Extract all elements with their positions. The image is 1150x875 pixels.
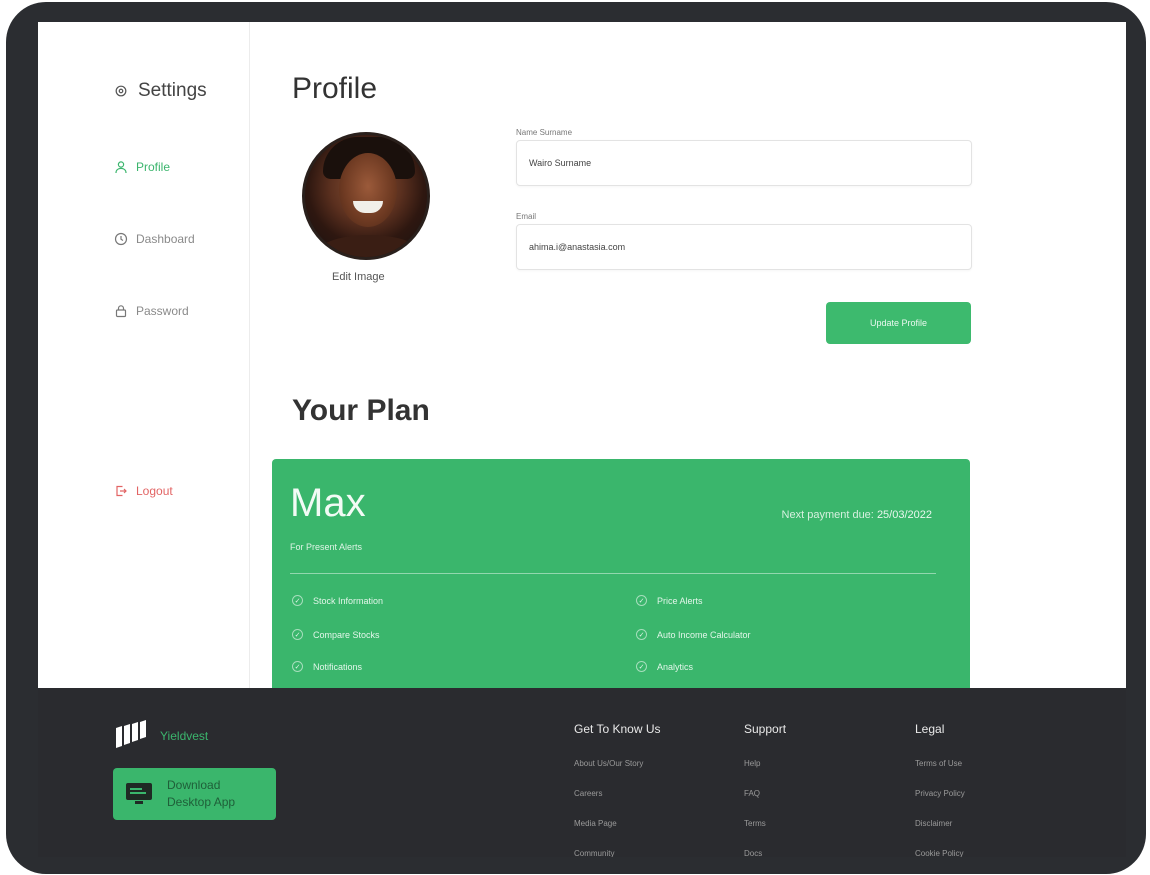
sidebar-settings-label: Settings (138, 80, 207, 101)
next-payment-date: 25/03/2022 (876, 509, 932, 521)
footer-link[interactable]: Docs (744, 848, 786, 857)
edit-image-link[interactable]: Edit Image (332, 271, 385, 283)
footer-link[interactable]: Terms (744, 818, 786, 848)
check-icon: ✓ (292, 661, 303, 672)
monitor-icon (126, 783, 152, 804)
logout-icon (114, 484, 128, 498)
email-field-label: Email (516, 212, 537, 221)
sidebar-item-profile[interactable]: Profile (114, 160, 170, 174)
next-payment-label: Next payment due: (781, 509, 874, 521)
footer-link[interactable]: Disclaimer (915, 818, 965, 848)
plan-feature-label: Compare Stocks (313, 629, 380, 640)
plan-subtitle: For Present Alerts (290, 542, 363, 552)
lock-icon (114, 304, 128, 318)
footer-column-heading: Legal (915, 722, 945, 736)
brand-logo-icon (116, 720, 146, 748)
footer-link[interactable]: Privacy Policy (915, 788, 965, 818)
footer-link[interactable]: Terms of Use (915, 758, 965, 788)
avatar-face (339, 153, 397, 227)
page-title: Profile (292, 72, 378, 105)
plan-feature-label: Analytics (657, 661, 694, 672)
footer-column-legal: Legal Terms of Use Privacy Policy Discla… (915, 722, 965, 857)
footer-link[interactable]: Cookie Policy (915, 848, 965, 857)
sidebar-item-logout[interactable]: Logout (114, 484, 173, 498)
avatar-shoulder (315, 235, 423, 257)
sidebar-item-label: Logout (136, 484, 173, 498)
sidebar-item-password[interactable]: Password (114, 304, 189, 318)
settings-sidebar: Settings Profile Dashboard Password Logo… (38, 22, 250, 688)
footer-column-heading: Support (744, 722, 787, 736)
plan-feature: ✓ Notifications (292, 661, 362, 672)
check-icon: ✓ (636, 629, 647, 640)
avatar[interactable] (302, 132, 430, 260)
plan-feature-label: Notifications (313, 661, 363, 672)
download-button-text: Download Desktop App (167, 777, 235, 811)
footer-column-get-to-know-us: Get To Know Us About Us/Our Story Career… (574, 722, 660, 857)
main-content: Profile Edit Image Name Surname Email Up… (250, 22, 1126, 699)
footer-column-heading: Get To Know Us (574, 722, 661, 736)
update-profile-button[interactable]: Update Profile (826, 302, 971, 344)
footer-link[interactable]: Community (574, 848, 660, 857)
plan-section-title: Your Plan (292, 394, 430, 427)
email-input[interactable] (516, 224, 972, 270)
download-line-2: Desktop App (167, 795, 236, 809)
app-screen: Settings Profile Dashboard Password Logo… (38, 22, 1126, 857)
check-icon: ✓ (292, 595, 303, 606)
footer-link[interactable]: Media Page (574, 818, 660, 848)
check-icon: ✓ (636, 595, 647, 606)
footer-link[interactable]: Help (744, 758, 786, 788)
plan-feature-label: Stock Information (313, 595, 384, 606)
check-icon: ✓ (292, 629, 303, 640)
gear-icon (114, 84, 128, 98)
footer-link[interactable]: Careers (574, 788, 660, 818)
plan-feature: ✓ Stock Information (292, 595, 383, 606)
check-icon: ✓ (636, 661, 647, 672)
download-line-1: Download (167, 778, 221, 792)
user-icon (114, 160, 128, 174)
footer-column-support: Support Help FAQ Terms Docs (744, 722, 786, 857)
clock-icon (114, 232, 128, 246)
sidebar-settings-header: Settings (114, 80, 207, 102)
sidebar-item-label: Dashboard (136, 232, 195, 246)
plan-feature: ✓ Auto Income Calculator (636, 629, 751, 640)
next-payment-info: Next payment due: 25/03/2022 (782, 509, 932, 521)
plan-feature: ✓ Price Alerts (636, 595, 703, 606)
sidebar-item-dashboard[interactable]: Dashboard (114, 232, 195, 246)
footer-link[interactable]: About Us/Our Story (574, 758, 660, 788)
plan-card: Max Next payment due: 25/03/2022 For Pre… (272, 459, 970, 699)
plan-feature-label: Price Alerts (657, 595, 703, 606)
plan-divider (290, 573, 936, 574)
download-desktop-app-button[interactable]: Download Desktop App (113, 768, 276, 820)
plan-feature-label: Auto Income Calculator (657, 629, 751, 640)
plan-feature: ✓ Compare Stocks (292, 629, 380, 640)
plan-feature: ✓ Analytics (636, 661, 693, 672)
sidebar-item-label: Profile (136, 160, 171, 174)
plan-name: Max (290, 481, 366, 525)
name-field-label: Name Surname (516, 128, 573, 137)
device-frame: Settings Profile Dashboard Password Logo… (6, 2, 1146, 874)
brand[interactable]: Yieldvest (114, 718, 208, 754)
site-footer: Yieldvest Download Desktop App Get To Kn… (38, 688, 1126, 857)
name-input[interactable] (516, 140, 972, 186)
footer-link[interactable]: FAQ (744, 788, 786, 818)
sidebar-item-label: Password (136, 304, 189, 318)
brand-name: Yieldvest (160, 729, 209, 743)
